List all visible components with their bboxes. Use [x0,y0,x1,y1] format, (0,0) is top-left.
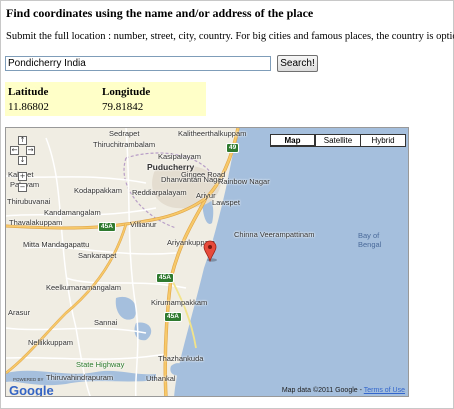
map-label: Dhanvantari Nagar [161,175,224,184]
map-label: Kalitheerthalkuppam [178,129,247,138]
map-label: Keelkumaramangalam [46,283,122,292]
pan-right-icon[interactable]: → [26,146,35,155]
map-type-hybrid-button[interactable]: Hybrid [360,134,406,147]
road-shield: 45A [156,273,174,283]
map-label: Sankarapet [78,251,117,260]
map-label: Arasur [8,308,31,317]
map-label: State Highway [76,360,125,369]
zoom-in-icon[interactable]: + [18,172,27,181]
pan-left-icon[interactable]: ← [10,146,19,155]
zoom-out-icon[interactable]: − [18,183,27,192]
search-button[interactable]: Search! [277,55,318,72]
map-label-sea: Bay of Bengal [358,231,382,249]
google-logo-text: Google [9,383,54,397]
map-label: Thavalakuppam [9,218,63,227]
map-label: Reddiarpalayam [132,188,187,197]
terms-of-use-link[interactable]: Terms of Use [364,387,405,394]
map-type-map-button[interactable]: Map [270,134,316,147]
map-label: Nellikkuppam [28,338,74,347]
powered-by-text: POWERED BY [13,377,44,382]
road-shield: 45A [164,312,182,322]
map-label: Uthankal [146,374,176,383]
latitude-value: 11.86802 [8,101,49,113]
map-label: Ariyur [196,191,216,200]
attribution-text: Map data ©2011 Google - [281,387,364,394]
map-tiles [6,128,408,396]
map-label: Chinna Veerampattinam [234,230,315,239]
map-type-satellite-button[interactable]: Satellite [315,134,361,147]
pan-down-icon[interactable]: ↓ [18,156,27,165]
location-search-input[interactable] [5,56,271,71]
instructions-text: Submit the full location : number, stree… [6,31,454,42]
map-label: Lawspet [212,198,240,207]
map-label: Thiruchitrambalam [93,140,156,149]
latitude-label: Latitude [8,86,49,98]
map-label: Kasipalayam [158,152,201,161]
road-shield: 49 [226,143,240,153]
map-label: Kandamangalam [44,208,101,217]
google-logo[interactable]: POWERED BY Google [9,377,54,397]
map-view[interactable]: Sedrapet Kalitheerthalkuppam Thiruchitra… [5,127,409,397]
location-marker-icon[interactable] [203,240,217,262]
map-label-city: Puducherry [147,162,195,172]
map-label: Sannai [94,318,118,327]
road-shield: 45A [98,222,116,232]
pan-up-icon[interactable]: ↑ [18,136,27,145]
map-label: Thiruvahindrapuram [46,373,114,382]
map-label: Rainbow Nagar [218,177,270,186]
coordinates-result-box: Latitude Longitude 11.86802 79.81842 [5,82,206,116]
map-label: Mitta Mandagapattu [23,240,90,249]
map-attribution: Map data ©2011 Google - Terms of Use [282,387,405,394]
map-label: Sedrapet [109,129,140,138]
map-label: Kodappakkam [74,186,122,195]
map-label: Thazhankuda [158,354,204,363]
map-label: Villianur [130,220,157,229]
map-label: Kirumampakkam [151,298,208,307]
page-title: Find coordinates using the name and/or a… [6,6,314,20]
map-label: Thirubuvanai [7,197,51,206]
longitude-label: Longitude [102,86,151,98]
longitude-value: 79.81842 [102,101,144,113]
